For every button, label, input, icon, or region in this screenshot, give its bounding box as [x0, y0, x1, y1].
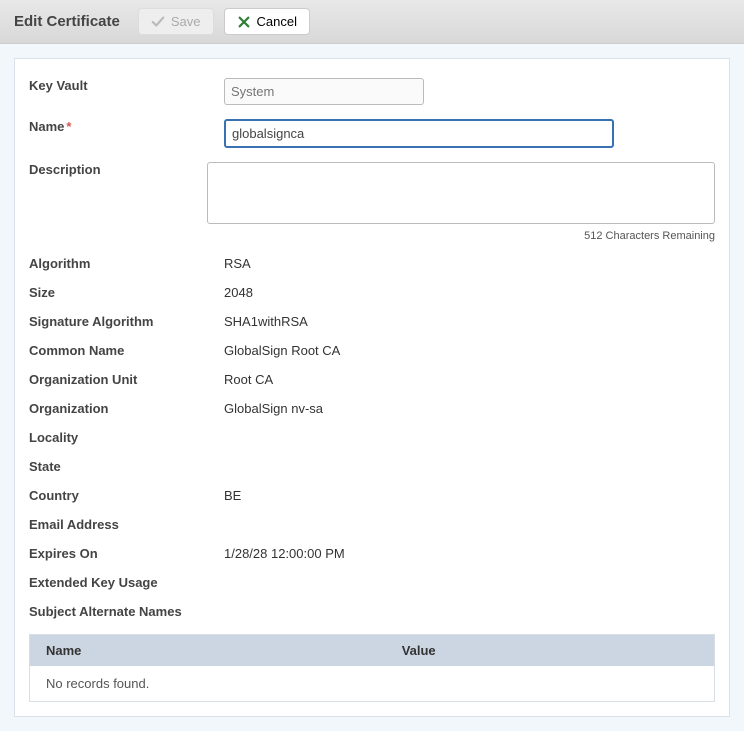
key-vault-label: Key Vault [29, 74, 224, 93]
character-counter: 512 Characters Remaining [207, 230, 715, 242]
cancel-button-label: Cancel [257, 14, 297, 29]
locality-label: Locality [29, 426, 224, 445]
table-row: No records found. [30, 666, 715, 702]
email-value [224, 513, 715, 517]
org-value: GlobalSign nv-sa [224, 397, 715, 416]
save-button: Save [138, 8, 214, 35]
email-label: Email Address [29, 513, 224, 532]
form-panel: Key Vault Name* Description 512 Characte… [14, 58, 730, 717]
eku-value [224, 571, 715, 575]
algorithm-label: Algorithm [29, 252, 224, 271]
key-vault-field [224, 78, 424, 105]
common-name-value: GlobalSign Root CA [224, 339, 715, 358]
size-value: 2048 [224, 281, 715, 300]
sig-alg-label: Signature Algorithm [29, 310, 224, 329]
state-label: State [29, 455, 224, 474]
expires-label: Expires On [29, 542, 224, 561]
required-asterisk: * [66, 119, 71, 134]
header-bar: Edit Certificate Save Cancel [0, 0, 744, 44]
description-field[interactable] [207, 162, 715, 224]
eku-label: Extended Key Usage [29, 571, 224, 590]
name-label: Name* [29, 115, 224, 134]
country-value: BE [224, 484, 715, 503]
org-label: Organization [29, 397, 224, 416]
country-label: Country [29, 484, 224, 503]
save-button-label: Save [171, 14, 201, 29]
algorithm-value: RSA [224, 252, 715, 271]
sig-alg-value: SHA1withRSA [224, 310, 715, 329]
col-value: Value [386, 635, 715, 667]
table-header-row: Name Value [30, 635, 715, 667]
check-icon [151, 15, 165, 29]
empty-message: No records found. [30, 666, 715, 702]
body-wrapper: Key Vault Name* Description 512 Characte… [0, 44, 744, 731]
page-title: Edit Certificate [14, 13, 120, 30]
ou-value: Root CA [224, 368, 715, 387]
size-label: Size [29, 281, 224, 300]
name-field[interactable] [224, 119, 614, 148]
close-icon [237, 15, 251, 29]
cancel-button[interactable]: Cancel [224, 8, 310, 35]
description-label: Description [29, 158, 207, 177]
state-value [224, 455, 715, 459]
common-name-label: Common Name [29, 339, 224, 358]
col-name: Name [30, 635, 386, 667]
san-label: Subject Alternate Names [29, 600, 182, 619]
san-table: Name Value No records found. [29, 634, 715, 702]
ou-label: Organization Unit [29, 368, 224, 387]
expires-value: 1/28/28 12:00:00 PM [224, 542, 715, 561]
locality-value [224, 426, 715, 430]
